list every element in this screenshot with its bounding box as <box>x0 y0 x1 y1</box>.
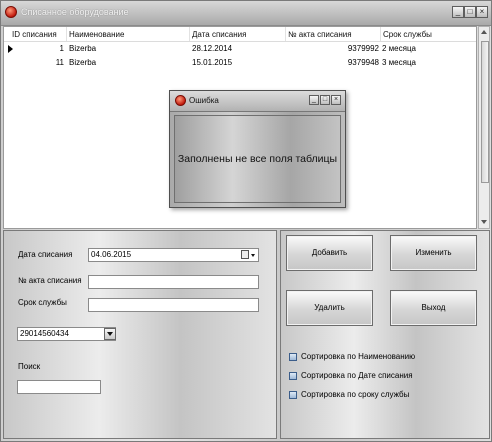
column-divider[interactable] <box>189 27 190 41</box>
date-picker[interactable]: 04.06.2015 <box>88 248 259 262</box>
error-dialog: Ошибка _ □ × Заполнены не все поля табли… <box>169 90 346 208</box>
current-row-indicator-icon <box>8 45 13 53</box>
column-header-term[interactable]: Срок службы <box>383 30 432 39</box>
table-row[interactable]: 1 Bizerba 28.12.2014 9379992 2 месяца <box>4 42 476 56</box>
cell-term: 3 месяца <box>382 58 416 67</box>
dialog-maximize-button[interactable]: □ <box>320 95 330 105</box>
calendar-icon[interactable] <box>241 250 249 259</box>
sort-by-name-label[interactable]: Сортировка по Наименованию <box>301 352 415 361</box>
title-bar[interactable]: Списанное оборудование _ □ × <box>1 1 491 26</box>
dialog-icon <box>175 95 186 106</box>
term-label: Срок службы <box>18 298 67 307</box>
table-row[interactable]: 11 Bizerba 15.01.2015 9379948 3 месяца <box>4 56 476 70</box>
sort-by-term-checkbox[interactable] <box>289 391 297 399</box>
column-divider[interactable] <box>66 27 67 41</box>
scroll-up-icon[interactable] <box>481 30 487 34</box>
column-divider[interactable] <box>285 27 286 41</box>
sort-by-date-checkbox[interactable] <box>289 372 297 380</box>
maximize-button[interactable]: □ <box>464 6 476 18</box>
dialog-title-bar[interactable]: Ошибка _ □ × <box>170 91 345 112</box>
date-label: Дата списания <box>18 250 73 259</box>
cell-id: 11 <box>55 58 64 67</box>
cell-date: 28.12.2014 <box>192 44 233 53</box>
app-icon <box>5 6 17 18</box>
equipment-select[interactable]: 29014560434 <box>17 327 116 341</box>
scrollbar-thumb[interactable] <box>481 41 489 183</box>
window-title: Списанное оборудование <box>21 7 129 17</box>
term-field[interactable] <box>88 298 259 312</box>
chevron-down-icon[interactable] <box>251 254 255 257</box>
dialog-body: Заполнены не все поля таблицы <box>174 115 341 203</box>
edit-button[interactable]: Изменить <box>390 235 477 271</box>
cell-term: 2 месяца <box>382 44 416 53</box>
table-header: ID списания Наименование Дата списания №… <box>4 27 476 42</box>
dropdown-arrow-icon[interactable] <box>104 328 116 340</box>
sort-by-term-label[interactable]: Сортировка по сроку службы <box>301 390 409 399</box>
dialog-close-button[interactable]: × <box>331 95 341 105</box>
exit-button[interactable]: Выход <box>390 290 477 326</box>
dialog-minimize-button[interactable]: _ <box>309 95 319 105</box>
close-button[interactable]: × <box>476 6 488 18</box>
cell-name: Bizerba <box>69 58 97 67</box>
minimize-button[interactable]: _ <box>452 6 464 18</box>
sort-by-date-label[interactable]: Сортировка по Дате списания <box>301 371 413 380</box>
cell-date: 15.01.2015 <box>192 58 233 67</box>
act-label: № акта списания <box>18 276 82 285</box>
cell-act: 9379992 <box>347 44 379 53</box>
search-label: Поиск <box>18 362 41 371</box>
act-number-field[interactable] <box>88 275 259 289</box>
input-panel: Дата списания 04.06.2015 № акта списания… <box>3 230 277 439</box>
cell-name: Bizerba <box>69 44 97 53</box>
cell-act: 9379948 <box>347 58 379 67</box>
column-header-name[interactable]: Наименование <box>69 30 124 39</box>
add-button[interactable]: Добавить <box>286 235 373 271</box>
scroll-down-icon[interactable] <box>481 220 487 224</box>
actions-panel: Добавить Изменить Удалить Выход Сортиров… <box>280 230 490 439</box>
error-message: Заполнены не все поля таблицы <box>177 153 338 165</box>
search-input[interactable] <box>17 380 101 394</box>
main-window: Списанное оборудование _ □ × ID списания… <box>0 0 492 442</box>
delete-button[interactable]: Удалить <box>286 290 373 326</box>
column-header-act[interactable]: № акта списания <box>288 30 352 39</box>
column-header-id[interactable]: ID списания <box>12 30 57 39</box>
sort-by-name-checkbox[interactable] <box>289 353 297 361</box>
column-header-date[interactable]: Дата списания <box>192 30 246 39</box>
dialog-title: Ошибка <box>189 96 219 105</box>
cell-id: 1 <box>59 44 64 53</box>
table-scrollbar[interactable] <box>478 26 490 229</box>
column-divider[interactable] <box>380 27 381 41</box>
